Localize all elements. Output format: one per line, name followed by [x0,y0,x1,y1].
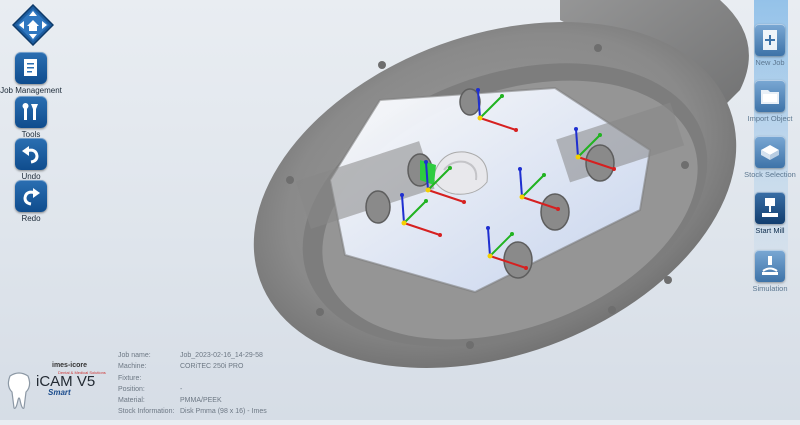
stock-selection-label: Stock Selection [744,170,796,179]
z-axis-arrow-tip [424,160,428,164]
triad-origin [401,220,407,226]
simulation-icon [755,250,785,282]
x-axis-arrow-tip [612,167,616,171]
material-label: Material: [118,397,145,405]
start-mill-button[interactable]: Start Mill [738,192,800,235]
home-nav-icon[interactable] [12,4,54,46]
document-icon [15,52,47,84]
machine-label: Machine: [118,363,147,371]
triad-origin [575,154,581,160]
product-edition: Smart [48,388,71,397]
z-axis-arrow-tip [476,88,480,92]
tools-icon [15,96,47,128]
fixture-row: Fixture: [118,373,267,384]
job-info-panel: Job name: Job_2023-02-16_14-29-58 Machin… [118,350,267,418]
triad-origin [425,187,431,193]
new-job-button[interactable]: New Job [738,24,800,67]
simulation-button[interactable]: Simulation [738,250,800,293]
x-axis-arrow-tip [556,207,560,211]
z-axis-arrow-tip [400,193,404,197]
y-axis-arrow-tip [500,94,504,98]
position-row: Position: - [118,384,267,395]
fixture-label: Fixture: [118,374,142,382]
stock-icon [755,136,785,168]
redo-label: Redo [21,214,41,223]
triad-origin [487,253,493,259]
folder-icon [755,80,785,112]
x-axis-arrow-tip [438,233,442,237]
y-axis-arrow-tip [510,232,514,236]
machine-row: Machine: CORiTEC 250i PRO [118,361,267,372]
job-name-label: Job name: [118,352,151,359]
job-management-button[interactable]: Job Management [0,52,62,95]
y-axis-arrow-tip [542,173,546,177]
import-object-label: Import Object [747,114,793,123]
stock-value: Disk Pmma (98 x 16) - Imes [180,408,267,416]
new-job-icon [755,24,785,56]
brand-logo: imes-icore Dental & Medical Solutions iC… [0,348,110,420]
tooth-logo-icon [7,372,31,409]
redo-icon [15,180,47,212]
z-axis-arrow-tip [518,167,522,171]
job-name-value: Job_2023-02-16_14-29-58 [180,352,263,359]
job-name-row: Job name: Job_2023-02-16_14-29-58 [118,350,267,361]
start-mill-label: Start Mill [755,226,785,235]
undo-button[interactable]: Undo [0,138,62,181]
tools-button[interactable]: Tools [0,96,62,139]
stock-label: Stock Information: [118,408,175,416]
machine-value: CORiTEC 250i PRO [180,363,244,371]
material-value: PMMA/PEEK [180,397,222,405]
y-axis-arrow-tip [424,199,428,203]
z-axis-arrow-tip [574,127,578,131]
position-label: Position: [118,385,145,393]
triad-origin [519,194,525,200]
material-row: Material: PMMA/PEEK [118,395,267,406]
stock-selection-button[interactable]: Stock Selection [738,136,800,179]
x-axis-arrow-tip [524,266,528,270]
triad-origin [477,115,483,121]
z-axis-arrow-tip [486,226,490,230]
y-axis-arrow-tip [598,133,602,137]
import-object-button[interactable]: Import Object [738,80,800,123]
x-axis-arrow-tip [462,200,466,204]
stock-row: Stock Information: Disk Pmma (98 x 16) -… [118,406,267,417]
y-axis-arrow-tip [448,166,452,170]
position-value: - [180,385,183,393]
job-management-label: Job Management [0,86,62,95]
simulation-label: Simulation [752,284,788,293]
new-job-label: New Job [755,58,785,67]
undo-icon [15,138,47,170]
redo-button[interactable]: Redo [0,180,62,223]
mill-icon [755,192,785,224]
maker-name: imes-icore [52,362,88,369]
x-axis-arrow-tip [514,128,518,132]
